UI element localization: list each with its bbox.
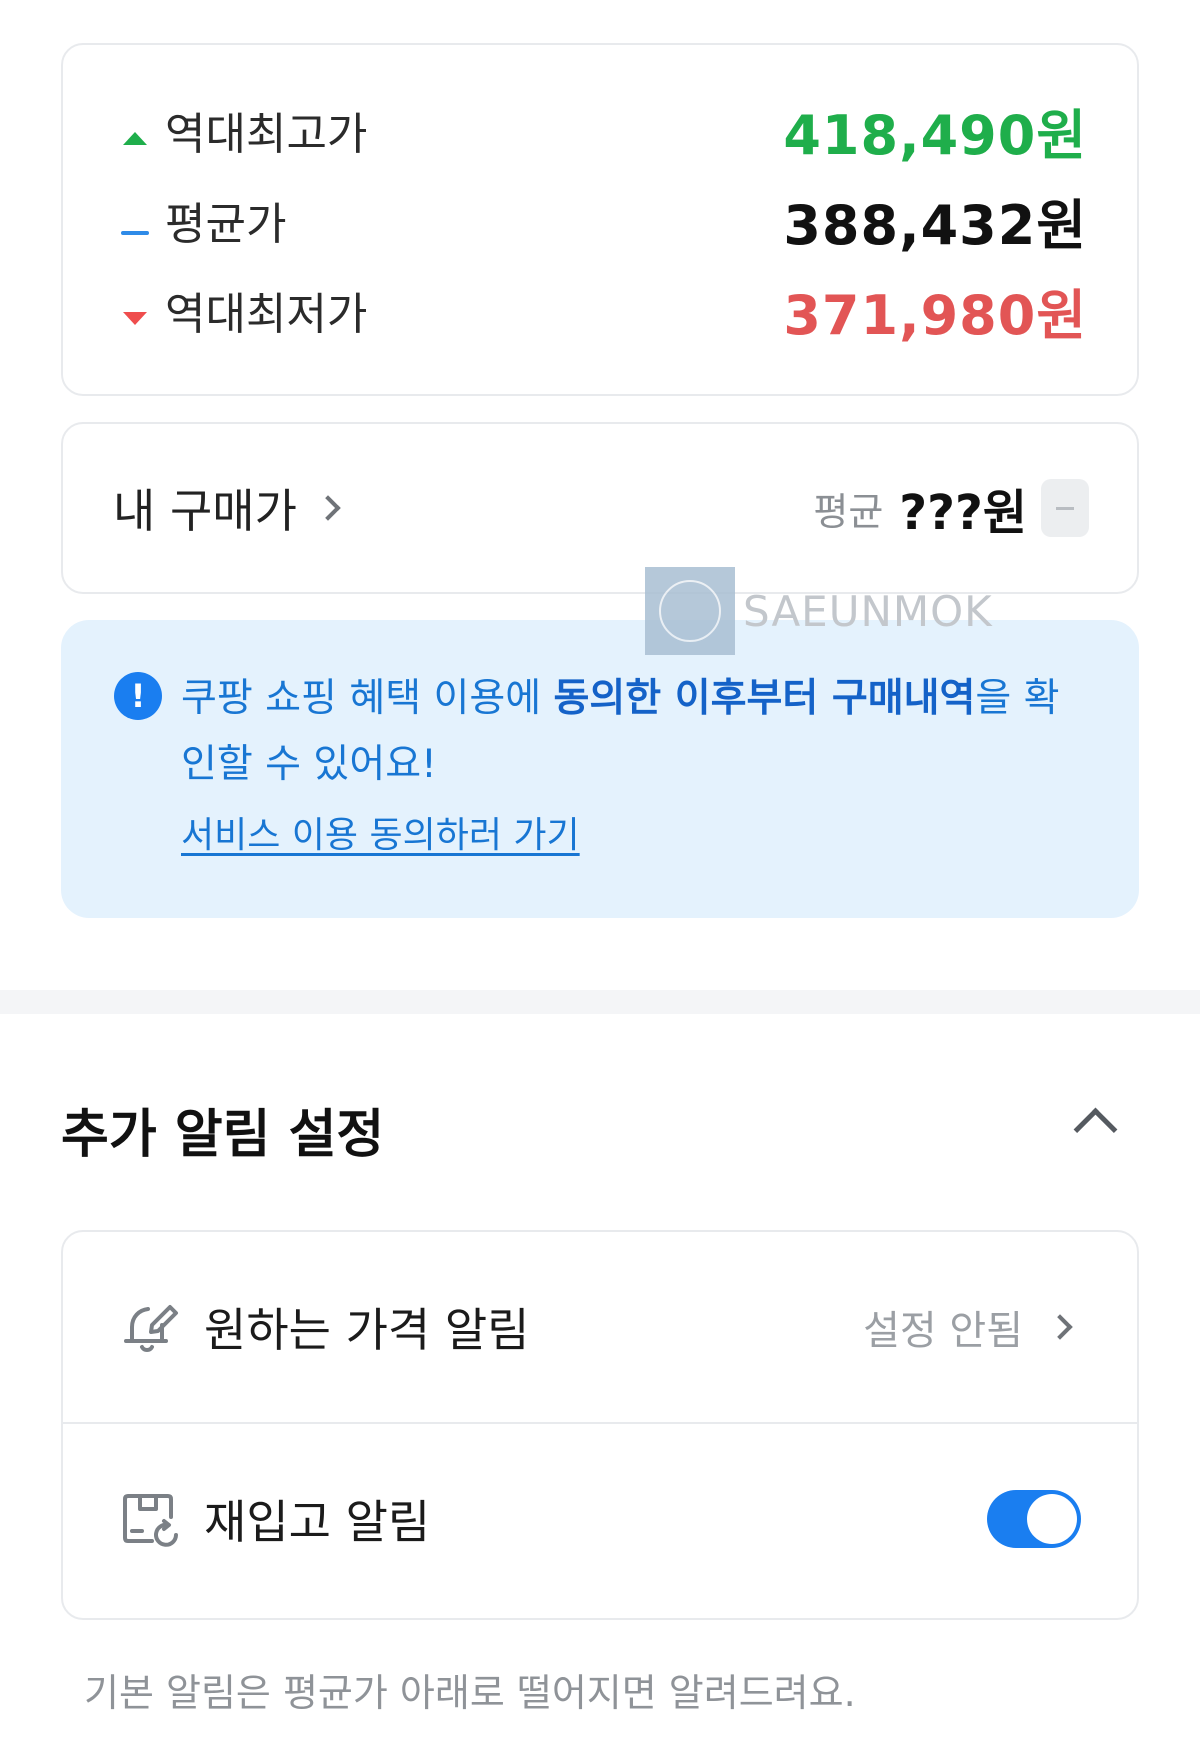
price-alert-status-text: 설정 안됨 — [863, 1308, 1023, 1354]
average-price-row: 평균가 388,432원 — [121, 190, 1087, 257]
watermark: SAEUNMOK — [645, 567, 993, 655]
lowest-price-value: 371,980원 — [783, 283, 1087, 347]
watermark-text: SAEUNMOK — [743, 586, 993, 636]
restock-alert-row: 재입고 알림 — [63, 1424, 1137, 1614]
price-alert-label: 원하는 가격 알림 — [204, 1303, 530, 1357]
highest-price-label: 역대최고가 — [165, 109, 368, 160]
section-title: 추가 알림 설정 — [61, 1105, 385, 1165]
hide-price-toggle[interactable] — [1041, 479, 1089, 537]
consent-message: 쿠팡 쇼핑 혜택 이용에 동의한 이후부터 구매내역을 확인할 수 있어요! — [181, 666, 1089, 798]
box-restock-icon — [123, 1494, 178, 1547]
chevron-right-icon — [315, 495, 341, 521]
average-price-label: 평균가 — [165, 199, 287, 250]
bell-edit-icon — [124, 1305, 178, 1352]
service-consent-link[interactable]: 서비스 이용 동의하러 가기 — [181, 806, 580, 858]
alert-settings-card: 원하는 가격 알림 설정 안됨 재입고 알림 — [61, 1230, 1139, 1620]
price-summary-card: 역대최고가 418,490원 평균가 388,432원 역대최저가 371,98… — [61, 43, 1139, 396]
consent-message-emphasis: 동의한 이후부터 구매내역 — [553, 676, 976, 721]
consent-message-part1: 쿠팡 쇼핑 혜택 이용에 — [181, 676, 554, 721]
price-alert-status[interactable]: 설정 안됨 — [863, 1298, 1073, 1356]
default-alert-note: 기본 알림은 평균가 아래로 떨어지면 알려드려요. — [84, 1671, 856, 1715]
toggle-knob — [1027, 1494, 1077, 1544]
triangle-down-icon — [121, 285, 149, 336]
watermark-logo-icon — [645, 567, 735, 655]
highest-price-value: 418,490원 — [783, 103, 1087, 167]
restock-alert-toggle[interactable] — [987, 1490, 1081, 1548]
my-purchase-link[interactable]: 내 구매가 — [113, 475, 341, 541]
dash-icon — [121, 195, 149, 246]
my-purchase-label: 내 구매가 — [113, 484, 297, 538]
chevron-up-icon[interactable] — [1073, 1107, 1118, 1152]
my-purchase-avg-label: 평균 — [813, 489, 884, 534]
lowest-price-label: 역대최저가 — [165, 289, 368, 340]
highest-price-row: 역대최고가 418,490원 — [121, 100, 1087, 167]
chevron-right-icon — [1047, 1314, 1073, 1340]
info-icon: ! — [114, 672, 162, 720]
minus-icon — [1056, 506, 1074, 510]
average-price-value: 388,432원 — [783, 193, 1087, 257]
price-alert-row[interactable]: 원하는 가격 알림 설정 안됨 — [63, 1232, 1137, 1424]
restock-alert-label: 재입고 알림 — [204, 1495, 431, 1549]
consent-info-box: ! 쿠팡 쇼핑 혜택 이용에 동의한 이후부터 구매내역을 확인할 수 있어요!… — [61, 620, 1139, 918]
section-divider — [0, 990, 1200, 1014]
lowest-price-row: 역대최저가 371,980원 — [121, 280, 1087, 347]
my-purchase-avg-value: ???원 — [899, 485, 1027, 541]
triangle-up-icon — [121, 105, 149, 156]
